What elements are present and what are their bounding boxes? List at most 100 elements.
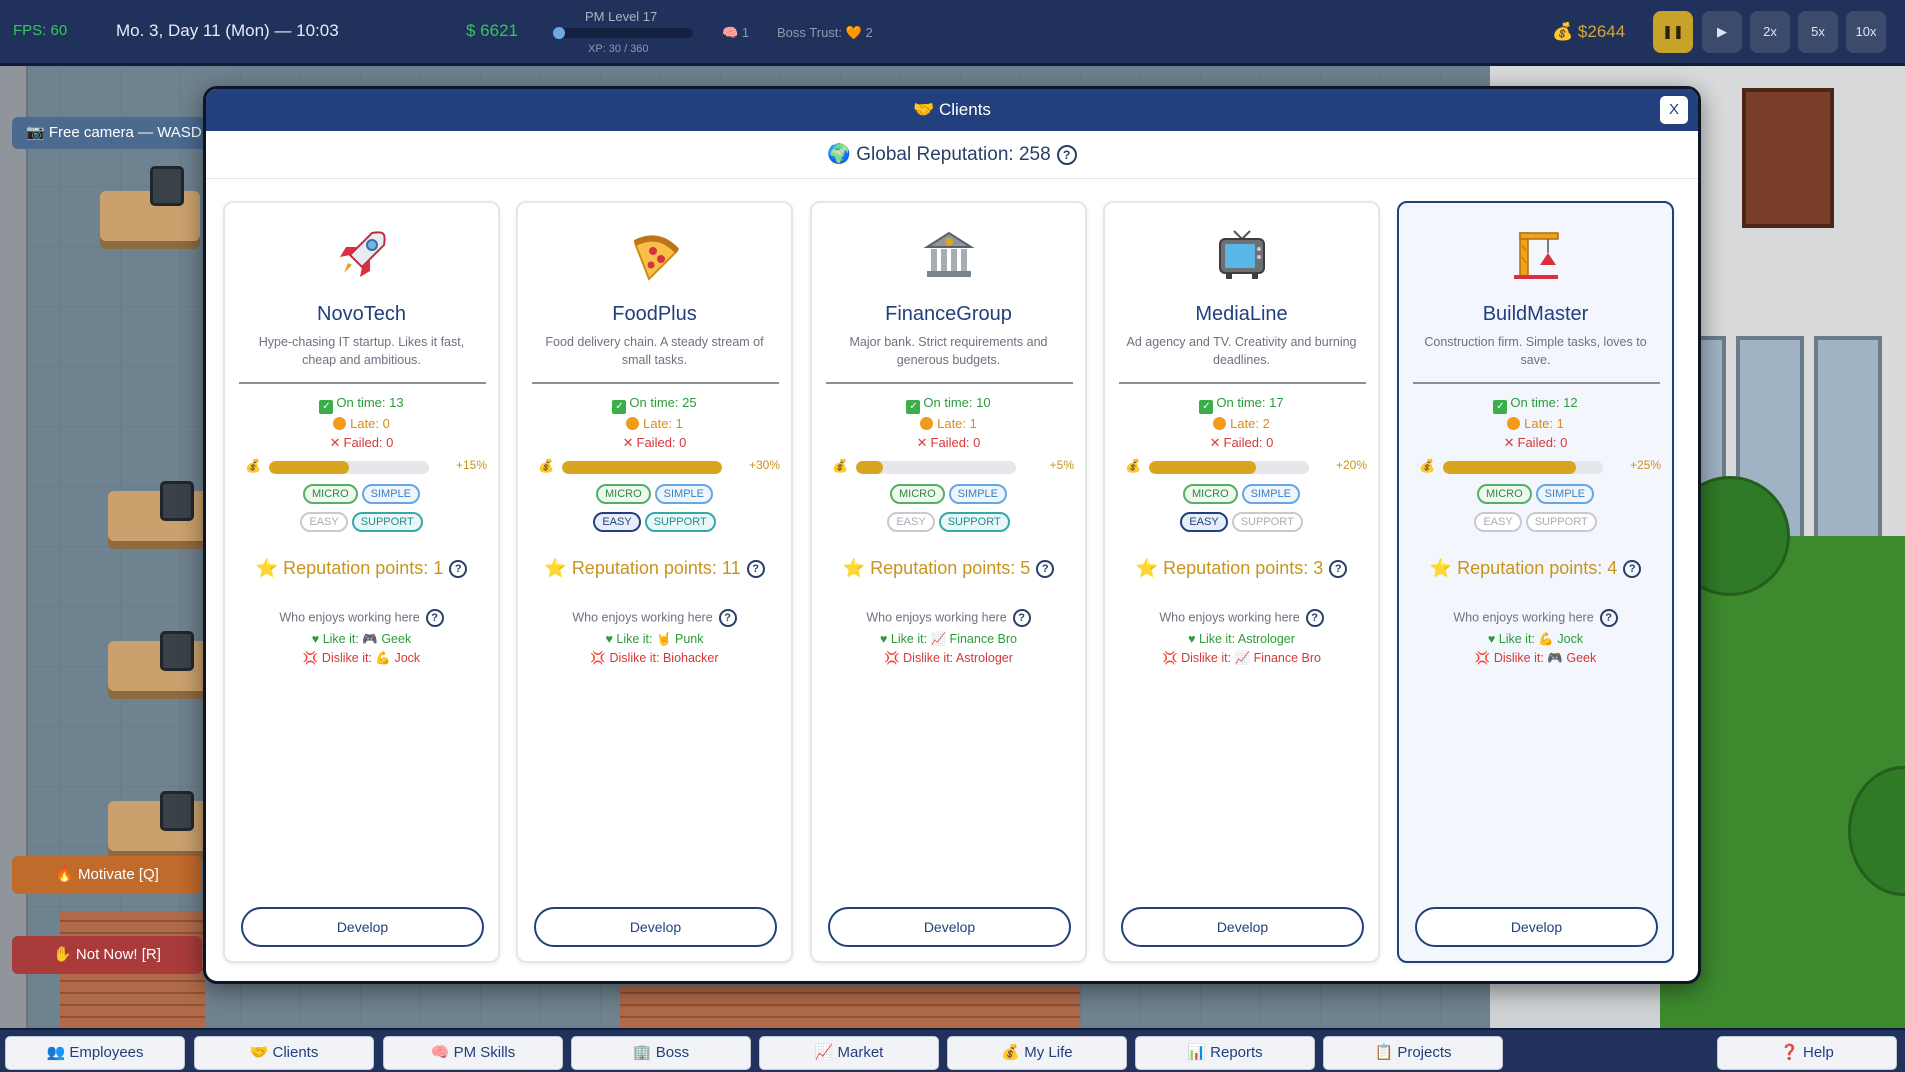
xp-bar [553,28,693,38]
speed-2x-button[interactable]: 2x [1750,11,1790,53]
develop-button[interactable]: Develop [534,907,777,947]
nav-clients[interactable]: 🤝 Clients [194,1036,374,1070]
develop-button[interactable]: Develop [828,907,1071,947]
broken-heart-icon: 💢 [1162,651,1178,665]
client-name: NovoTech [317,303,406,325]
project-tags: MICRO SIMPLE EASY SUPPORT [1105,484,1378,540]
nav-employees[interactable]: 👥 Employees [5,1036,185,1070]
tag-simple: SIMPLE [1535,484,1595,504]
tag-support: SUPPORT [938,512,1010,532]
nav-market[interactable]: 📈 Market [759,1036,939,1070]
nav-projects[interactable]: 📋 Projects [1323,1036,1503,1070]
loyalty-bar-fill [1443,461,1576,474]
nav-reports[interactable]: 📊 Reports [1135,1036,1315,1070]
nav-my-life[interactable]: 💰 My Life [947,1036,1127,1070]
tag-micro: MICRO [1476,484,1532,504]
help-icon[interactable]: ? [1599,609,1618,627]
broken-heart-icon: 💢 [884,651,900,665]
loyalty-bar [856,461,1016,474]
dislike-it: 💢 Dislike it: 🎮 Geek [1399,651,1672,666]
nav-help[interactable]: ❓ Help [1717,1036,1897,1070]
client-name: MediaLine [1195,303,1288,325]
reputation-points: ⭐ Reputation points: 11? [518,558,791,579]
help-icon[interactable]: ? [1056,144,1077,165]
tag-simple: SIMPLE [361,484,421,504]
help-icon[interactable]: ? [1012,609,1031,627]
speed-5x-button[interactable]: 5x [1798,11,1838,53]
tag-easy: EASY [1474,512,1522,532]
help-icon[interactable]: ? [425,609,444,627]
loyalty-bar [1443,461,1603,474]
nav-pm-skills[interactable]: 🧠 PM Skills [383,1036,563,1070]
project-tags: MICRO SIMPLE EASY SUPPORT [225,484,498,540]
help-icon[interactable]: ? [746,560,765,579]
reputation-points: ⭐ Reputation points: 4? [1399,558,1672,579]
client-card[interactable]: FoodPlus Food delivery chain. A steady s… [516,201,793,963]
speed-10x-button[interactable]: 10x [1846,11,1886,53]
boss-trust: Boss Trust: 🧡 2 [777,25,873,41]
develop-button[interactable]: Develop [1121,907,1364,947]
like-it-text: Like it: 📈 Finance Bro [890,632,1017,646]
help-icon[interactable]: ? [1623,560,1642,579]
heart-icon: 🧡 [845,25,862,40]
pause-button[interactable]: ❚❚ [1653,11,1693,53]
develop-button[interactable]: Develop [1415,907,1658,947]
failed-count: Failed: 0 [343,435,394,450]
tag-support: SUPPORT [1525,512,1597,532]
heart-icon: ♥ [880,632,888,646]
reputation-points: ⭐ Reputation points: 5? [812,558,1085,579]
pm-level: PM Level 17 [585,9,658,24]
window [1814,336,1882,546]
loyalty-bonus: +5% [1049,458,1074,472]
boss-trust-value: 2 [865,25,873,40]
rocket-icon [225,225,498,285]
client-card[interactable]: BuildMaster Construction firm. Simple ta… [1397,201,1674,963]
project-tags: MICRO SIMPLE EASY SUPPORT [518,484,791,540]
client-stats: ✓ On time: 25 Late: 1 ✕ Failed: 0 [518,393,791,452]
help-icon[interactable]: ? [1329,560,1348,579]
help-icon[interactable]: ? [1036,560,1055,579]
develop-button[interactable]: Develop [241,907,484,947]
close-button[interactable]: X [1660,96,1688,124]
help-icon[interactable]: ? [1305,609,1324,627]
late-dot-icon [920,417,934,430]
loyalty-bar [1149,461,1309,474]
like-it: ♥ Like it: 💪 Jock [1399,632,1672,647]
money-bag-icon: 💰 [1552,22,1574,41]
client-card[interactable]: MediaLine Ad agency and TV. Creativity a… [1103,201,1380,963]
star-icon: ⭐ [255,558,279,578]
client-card[interactable]: FinanceGroup Major bank. Strict requirem… [810,201,1087,963]
dislike-it-text: Dislike it: 💪 Jock [321,651,421,665]
nav-boss[interactable]: 🏢 Boss [571,1036,751,1070]
like-it: ♥ Like it: 🤘 Punk [518,632,791,647]
brain-counter: 🧠 1 [722,25,749,41]
global-reputation-text: 🌍 Global Reputation: 258 [827,144,1051,165]
xp-bar-fill [553,27,565,39]
cross-icon: ✕ [329,435,341,450]
late-dot-icon [333,417,347,430]
dislike-it-text: Dislike it: 🎮 Geek [1493,651,1597,665]
money-bag-icon: 💰 [832,458,849,473]
not-now-button[interactable]: ✋ Not Now! [R] [12,936,202,974]
who-enjoys-label: Who enjoys working here [572,610,713,625]
like-it: ♥ Like it: 🎮 Geek [225,632,498,647]
dislike-it: 💢 Dislike it: 💪 Jock [225,651,498,666]
motivate-button[interactable]: 🔥 Motivate [Q] [12,856,202,894]
client-description: Food delivery chain. A steady stream of … [545,335,764,367]
play-icon: ▶ [1717,24,1727,39]
tag-support: SUPPORT [351,512,423,532]
client-card[interactable]: NovoTech Hype-chasing IT startup. Likes … [223,201,500,963]
late-dot-icon [1213,417,1227,430]
help-icon[interactable]: ? [449,560,468,579]
monitor [150,166,184,206]
monitor [160,791,194,831]
check-icon: ✓ [906,400,921,414]
xp-text: XP: 30 / 360 [588,43,649,55]
broken-heart-icon: 💢 [590,651,606,665]
help-icon[interactable]: ? [718,609,737,627]
failed-count: Failed: 0 [636,435,687,450]
failed-count: Failed: 0 [930,435,981,450]
clients-modal: 🤝 Clients X 🌍 Global Reputation: 258? No… [203,86,1701,984]
star-icon: ⭐ [544,558,567,578]
play-button[interactable]: ▶ [1702,11,1742,53]
